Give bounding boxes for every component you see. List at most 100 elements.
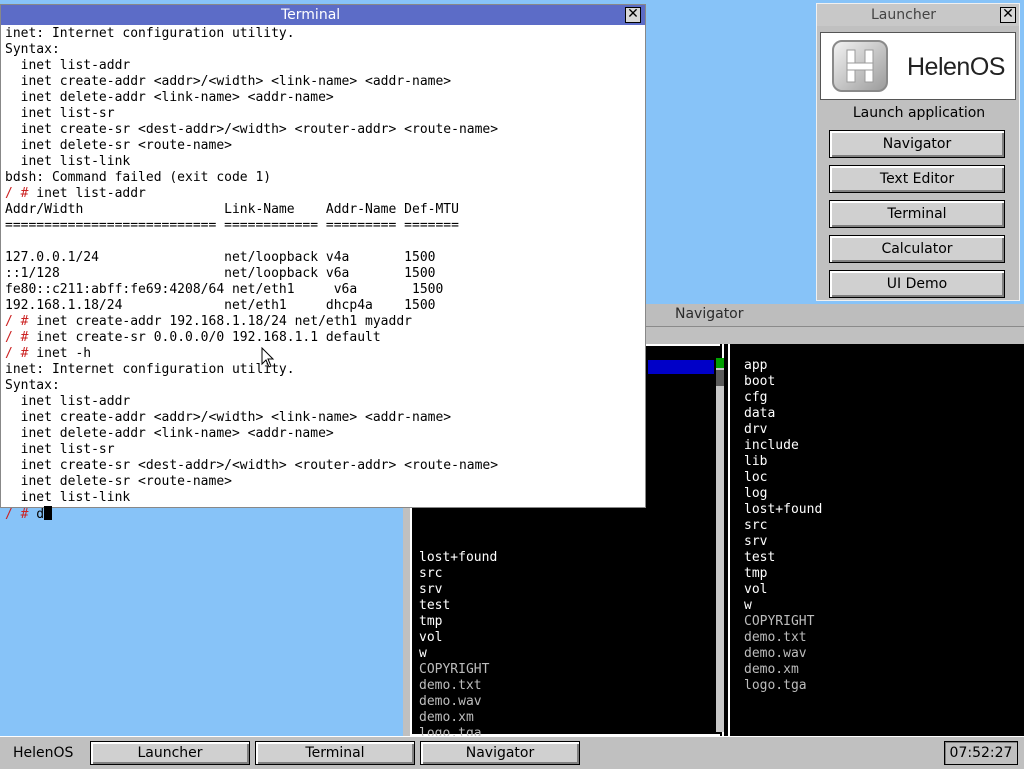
terminal-line: Addr/Width Link-Name Addr-Name Def-MTU [5, 202, 643, 218]
terminal-line-text: inet delete-sr <route-name> [5, 138, 232, 153]
directory-entry[interactable]: tmp [744, 566, 822, 582]
taskbar-launcher-button[interactable]: Launcher [90, 741, 250, 765]
right-panel[interactable]: app boot cfg data drv include lib loc log lost+fo… [728, 344, 1024, 736]
terminal-line-text: inet list-link [5, 490, 131, 505]
directory-entry[interactable]: src [419, 566, 497, 582]
directory-entry[interactable]: log [744, 486, 822, 502]
launch-application-heading: Launch application [852, 105, 986, 121]
terminal-output[interactable]: inet: Internet configuration utility. Syn… [5, 26, 643, 522]
terminal-line-text: inet create-sr <dest-addr>/<width> <rout… [5, 458, 499, 473]
terminal-line-text: ::1/128 net/loopback v6a 1500 [5, 266, 436, 281]
terminal-line-text: Addr/Width Link-Name Addr-Name Def-MTU [5, 202, 459, 217]
terminal-line: / # inet list-addr [5, 186, 643, 202]
launch-ui-demo-button[interactable]: UI Demo [829, 270, 1005, 298]
helenos-h-icon [832, 40, 888, 92]
launch-terminal-button[interactable]: Terminal [829, 200, 1005, 228]
file-entry[interactable]: demo.xm [744, 662, 822, 678]
terminal-line-text: inet list-sr [5, 442, 115, 457]
terminal-line-text: inet list-sr [5, 106, 115, 121]
file-entry[interactable]: COPYRIGHT [419, 662, 497, 678]
terminal-line-text: =========================== ============… [5, 218, 459, 233]
terminal-line: ::1/128 net/loopback v6a 1500 [5, 266, 643, 282]
terminal-line: Syntax: [5, 42, 643, 58]
terminal-line-text: inet: Internet configuration utility. [5, 26, 295, 41]
directory-entry[interactable]: w [419, 646, 497, 662]
directory-entry[interactable]: include [744, 438, 822, 454]
terminal-line: inet create-sr <dest-addr>/<width> <rout… [5, 458, 643, 474]
directory-entry[interactable]: w [744, 598, 822, 614]
directory-entry[interactable]: srv [419, 582, 497, 598]
directory-entry[interactable]: test [744, 550, 822, 566]
directory-entry[interactable]: boot [744, 374, 822, 390]
left-file-list: lost+found src srv test tmp vol w COPYRIGHT demo… [419, 550, 497, 742]
terminal-line-text: Syntax: [5, 378, 60, 393]
directory-entry[interactable]: tmp [419, 614, 497, 630]
terminal-window[interactable]: Terminal ✕ inet: Internet configuration … [0, 4, 646, 522]
terminal-line: 127.0.0.1/24 net/loopback v4a 1500 [5, 250, 643, 266]
launcher-title-bar[interactable]: Launcher [817, 4, 1019, 26]
terminal-line: inet list-addr [5, 394, 643, 410]
terminal-line: bdsh: Command failed (exit code 1) [5, 170, 643, 186]
start-label[interactable]: HelenOS [13, 745, 73, 761]
scroll-up-icon[interactable] [716, 358, 724, 368]
selected-entry-highlight[interactable] [648, 360, 714, 374]
navigator-title: Navigator [675, 306, 744, 322]
terminal-line-text: inet create-addr <addr>/<width> <link-na… [5, 74, 452, 89]
terminal-input-text[interactable]: d [28, 507, 44, 522]
file-entry[interactable]: demo.wav [419, 694, 497, 710]
directory-entry[interactable]: lost+found [744, 502, 822, 518]
directory-entry[interactable]: app [744, 358, 822, 374]
launcher-window[interactable]: Launcher ✕ HelenOS Launch application Na… [816, 3, 1020, 301]
terminal-line: inet create-addr <addr>/<width> <link-na… [5, 410, 643, 426]
directory-entry[interactable]: lib [744, 454, 822, 470]
terminal-line-text: inet create-addr <addr>/<width> <link-na… [5, 410, 452, 425]
terminal-title-bar[interactable]: Terminal [1, 5, 645, 25]
terminal-line-text: inet list-addr [28, 186, 146, 201]
directory-entry[interactable]: cfg [744, 390, 822, 406]
helenos-logo: HelenOS [820, 32, 1016, 100]
file-entry[interactable]: demo.txt [419, 678, 497, 694]
terminal-line: =========================== ============… [5, 218, 643, 234]
directory-entry[interactable]: vol [419, 630, 497, 646]
taskbar-navigator-button[interactable]: Navigator [420, 741, 580, 765]
scrollbar-thumb[interactable] [716, 370, 724, 386]
directory-entry[interactable]: data [744, 406, 822, 422]
launcher-close-icon[interactable]: ✕ [1000, 7, 1016, 23]
directory-entry[interactable]: drv [744, 422, 822, 438]
terminal-line-text: inet list-addr [5, 394, 131, 409]
launch-calculator-button[interactable]: Calculator [829, 235, 1005, 263]
launch-text-editor-button[interactable]: Text Editor [829, 165, 1005, 193]
directory-entry[interactable]: srv [744, 534, 822, 550]
file-entry[interactable]: logo.tga [744, 678, 822, 694]
directory-entry[interactable]: test [419, 598, 497, 614]
directory-entry[interactable]: src [744, 518, 822, 534]
clock: 07:52:27 [944, 741, 1018, 765]
terminal-input-line[interactable]: / # d [5, 506, 643, 522]
taskbar-terminal-button[interactable]: Terminal [255, 741, 415, 765]
terminal-line: inet create-sr <dest-addr>/<width> <rout… [5, 122, 643, 138]
terminal-line-text: inet create-sr <dest-addr>/<width> <rout… [5, 122, 499, 137]
file-entry[interactable]: COPYRIGHT [744, 614, 822, 630]
terminal-close-icon[interactable]: ✕ [625, 7, 641, 23]
shell-prompt: / # [5, 330, 29, 345]
shell-prompt: / # [5, 186, 29, 201]
terminal-line: inet list-sr [5, 442, 643, 458]
terminal-line-text: bdsh: Command failed (exit code 1) [5, 170, 272, 185]
terminal-line: inet list-link [5, 490, 643, 506]
left-panel-scrollbar[interactable] [716, 358, 724, 732]
helenos-logo-text: HelenOS [907, 53, 1005, 81]
file-entry[interactable]: demo.txt [744, 630, 822, 646]
file-entry[interactable]: demo.xm [419, 710, 497, 726]
terminal-line: inet create-addr <addr>/<width> <link-na… [5, 74, 643, 90]
directory-entry[interactable]: vol [744, 582, 822, 598]
terminal-line: inet list-sr [5, 106, 643, 122]
terminal-line-text: inet delete-addr <link-name> <addr-name> [5, 426, 334, 441]
directory-entry[interactable]: loc [744, 470, 822, 486]
file-entry[interactable]: demo.wav [744, 646, 822, 662]
directory-entry[interactable]: lost+found [419, 550, 497, 566]
terminal-line-text: fe80::c211:abff:fe69:4208/64 net/eth1 v6… [5, 282, 444, 297]
launch-navigator-button[interactable]: Navigator [829, 130, 1005, 158]
terminal-line-text: inet delete-addr <link-name> <addr-name> [5, 90, 334, 105]
terminal-line-text: Syntax: [5, 42, 60, 57]
